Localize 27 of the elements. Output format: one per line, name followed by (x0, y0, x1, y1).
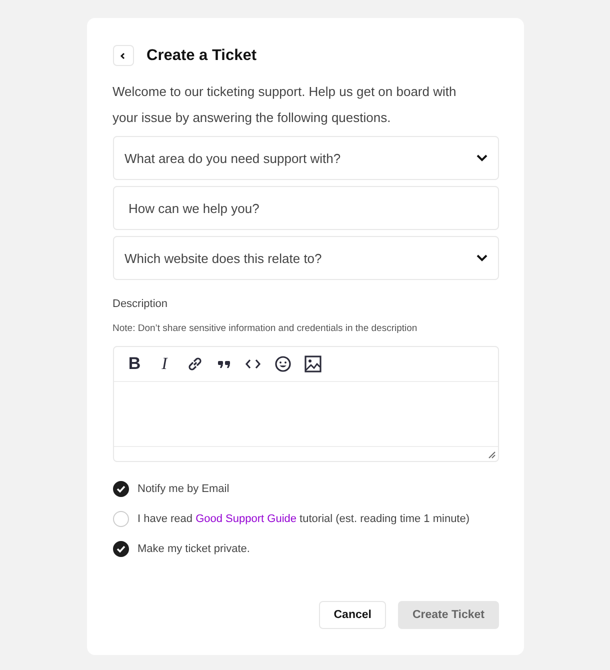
back-button[interactable] (112, 45, 134, 66)
checkbox-label: Notify me by Email (138, 483, 230, 495)
text-editor[interactable]: B I (112, 346, 498, 462)
link-icon[interactable] (186, 355, 204, 373)
resize-handle-icon[interactable] (488, 451, 496, 459)
checkmark-icon (116, 545, 126, 553)
chevron-down-icon (476, 154, 488, 162)
intro-text: Welcome to our ticketing support. Help us get on board with your issue by answering the following questions. (112, 83, 458, 127)
checkbox-label: Make my ticket private. (138, 543, 250, 555)
checkbox-label: I have read Good Support Guide tutorial (est. reading time 1 minute) (138, 513, 470, 525)
note-text: Note: Don’t share sensitive information and credentials in the description (112, 323, 418, 334)
checkbox[interactable] (112, 481, 128, 497)
smiley-icon[interactable] (274, 355, 292, 373)
description-label: Description (112, 298, 169, 310)
chevron-down-icon (476, 254, 488, 262)
bold-button[interactable]: B (126, 354, 144, 374)
image-icon[interactable] (304, 355, 322, 373)
chevron-left-icon (119, 52, 127, 60)
checkmark-icon (116, 485, 126, 493)
checkbox[interactable] (112, 541, 128, 557)
italic-button[interactable]: I (156, 354, 174, 374)
cancel-button[interactable]: Cancel (318, 601, 386, 629)
input-field[interactable]: How can we help you? (112, 186, 498, 230)
page-title: Create a Ticket (146, 46, 256, 64)
select-field[interactable]: Which website does this relate to? (112, 236, 498, 280)
select-field[interactable]: What area do you need support with? (112, 136, 498, 180)
guide-link[interactable]: Good Support Guide (196, 513, 296, 525)
